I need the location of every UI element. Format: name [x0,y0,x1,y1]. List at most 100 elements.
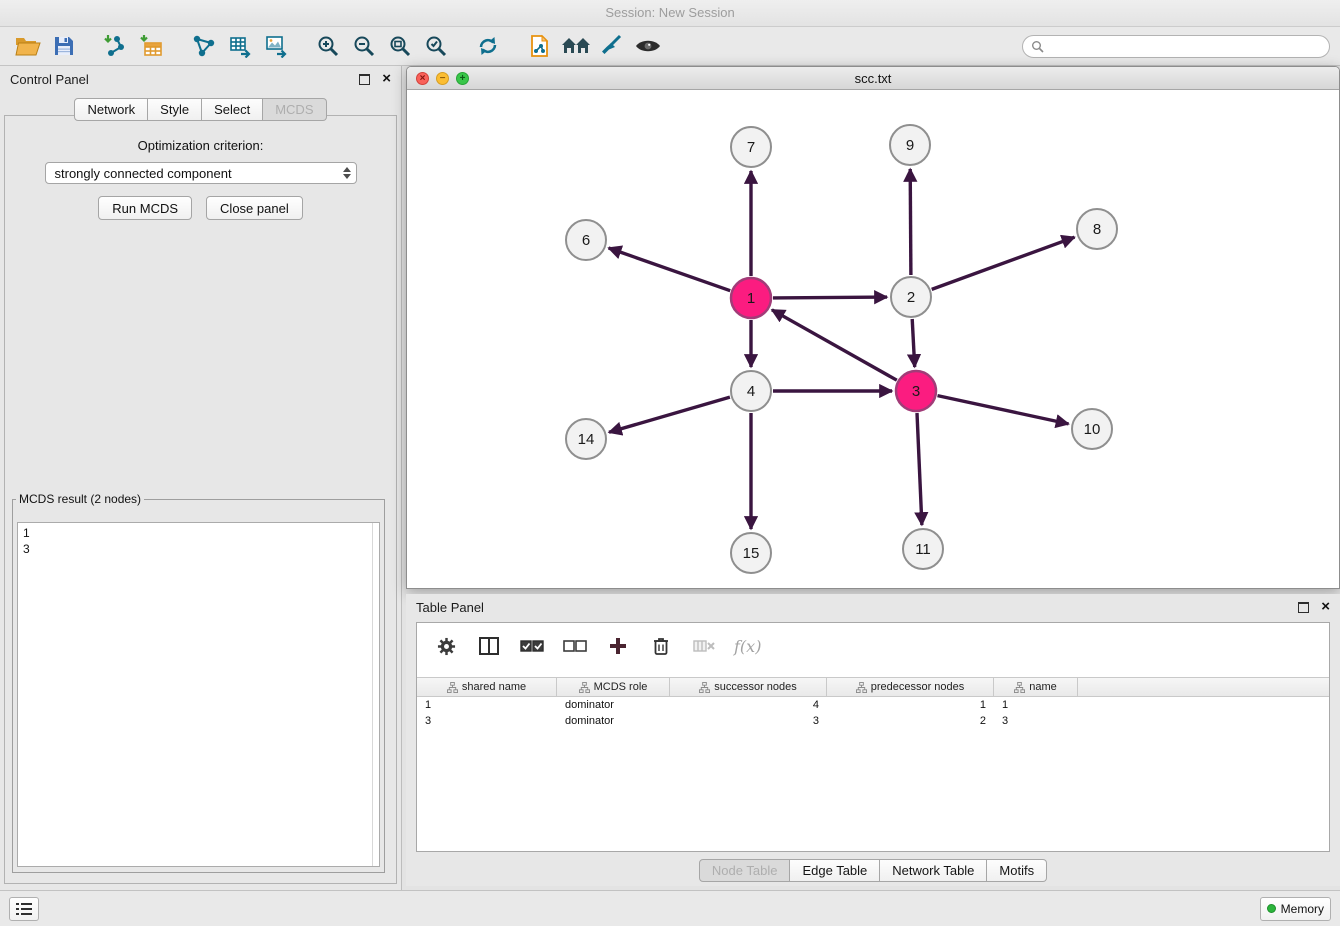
close-window-button[interactable]: × [416,72,429,85]
graph-node-2[interactable]: 2 [891,277,931,317]
mcds-result-list[interactable]: 13 [17,522,380,867]
memory-button[interactable]: Memory [1260,897,1331,921]
graph-edge-1-6[interactable] [609,248,731,291]
graph-node-label: 11 [915,541,931,558]
column-header-successor-nodes[interactable]: successor nodes [670,678,827,696]
graph-edge-2-3[interactable] [912,319,915,367]
zoom-window-button[interactable]: + [456,72,469,85]
open-session-icon [15,35,41,57]
table-cell: 3 [417,715,557,727]
network-window-titlebar[interactable]: × − + scc.txt [407,67,1339,90]
columns-icon [479,637,499,655]
window-title: Session: New Session [605,5,734,20]
tab-select[interactable]: Select [202,98,263,121]
apply-layout-button[interactable] [470,30,506,62]
column-type-icon [699,682,710,693]
save-session-button[interactable] [46,30,82,62]
export-table-button[interactable] [222,30,258,62]
apply-style-button[interactable] [594,30,630,62]
graph-node-8[interactable]: 8 [1077,209,1117,249]
table-settings-button[interactable] [433,633,459,659]
show-columns-button[interactable] [476,633,502,659]
graph-node-14[interactable]: 14 [566,419,606,459]
graph-node-4[interactable]: 4 [731,371,771,411]
show-hide-button[interactable] [630,30,666,62]
tab-network-table[interactable]: Network Table [880,859,987,882]
column-header-predecessor-nodes[interactable]: predecessor nodes [827,678,994,696]
delete-column-button[interactable] [648,633,674,659]
mcds-result-label: MCDS result (2 nodes) [16,492,144,506]
table-row-1[interactable]: 1dominator411 [417,697,1329,713]
tab-style[interactable]: Style [148,98,202,121]
graph-edge-3-10[interactable] [938,396,1069,424]
tab-edge-table[interactable]: Edge Table [790,859,880,882]
home-icon [561,35,591,57]
table-panel: Table Panel × [406,594,1340,886]
tab-motifs[interactable]: Motifs [987,859,1047,882]
mcds-result-line: 1 [23,525,374,541]
select-all-button[interactable] [519,633,545,659]
function-builder-button: f(x) [734,637,761,656]
run-mcds-button[interactable]: Run MCDS [98,196,192,220]
minimize-window-button[interactable]: − [436,72,449,85]
import-table-button[interactable] [134,30,170,62]
graph-node-10[interactable]: 10 [1072,409,1112,449]
column-header-shared-name[interactable]: shared name [417,678,557,696]
table-cell: 2 [827,715,994,727]
show-all-networks-button[interactable] [558,30,594,62]
export-image-icon [264,34,288,58]
network-canvas[interactable]: 7 9 6 8 1 2 4 3 14 10 15 11 [407,89,1339,589]
tab-node-table[interactable]: Node Table [699,859,791,882]
close-table-panel-icon[interactable]: × [1321,600,1330,614]
deselect-all-button[interactable] [562,633,588,659]
graph-edge-2-8[interactable] [932,237,1075,289]
criterion-select[interactable]: strongly connected component [45,162,357,184]
new-network-button[interactable] [186,30,222,62]
traffic-lights: × − + [416,67,469,89]
export-table-icon [228,34,252,58]
column-type-icon [856,682,867,693]
table-row-3[interactable]: 3dominator323 [417,713,1329,729]
column-header-name[interactable]: name [994,678,1078,696]
graph-node-6[interactable]: 6 [566,220,606,260]
tab-network[interactable]: Network [74,98,148,121]
float-table-panel-icon[interactable] [1298,602,1309,613]
graph-edge-4-14[interactable] [609,397,730,432]
style-brush-icon [600,34,624,58]
graph-edge-1-2[interactable] [773,297,887,298]
zoom-in-button[interactable] [310,30,346,62]
zoom-selected-button[interactable] [418,30,454,62]
float-panel-icon[interactable] [359,74,370,85]
import-table-icon [140,34,164,58]
graph-node-label: 3 [912,383,920,400]
graph-node-9[interactable]: 9 [890,125,930,165]
graph-node-7[interactable]: 7 [731,127,771,167]
column-header-mcds-role[interactable]: MCDS role [557,678,670,696]
graph-node-15[interactable]: 15 [731,533,771,573]
network-from-clipboard-button[interactable] [522,30,558,62]
graph-node-1[interactable]: 1 [731,278,771,318]
memory-button-label: Memory [1281,902,1324,916]
search-input[interactable] [1049,38,1321,54]
zoom-fit-icon [388,34,412,58]
column-type-icon [1014,682,1025,693]
graph-edge-3-11[interactable] [917,413,922,525]
tab-mcds[interactable]: MCDS [263,98,326,121]
table-cell: 3 [994,715,1078,727]
graph-edge-2-9[interactable] [910,169,911,275]
graph-node-label: 1 [747,290,755,307]
graph-edge-3-1[interactable] [772,310,897,380]
close-panel-icon[interactable]: × [382,72,391,86]
zoom-out-button[interactable] [346,30,382,62]
import-network-button[interactable] [98,30,134,62]
plus-icon [609,637,627,655]
graph-node-3[interactable]: 3 [896,371,936,411]
show-task-history-button[interactable] [9,897,39,921]
eye-icon [635,37,661,55]
graph-node-11[interactable]: 11 [903,529,943,569]
zoom-fit-button[interactable] [382,30,418,62]
open-session-button[interactable] [10,30,46,62]
export-image-button[interactable] [258,30,294,62]
add-column-button[interactable] [605,633,631,659]
close-panel-button[interactable]: Close panel [206,196,303,220]
